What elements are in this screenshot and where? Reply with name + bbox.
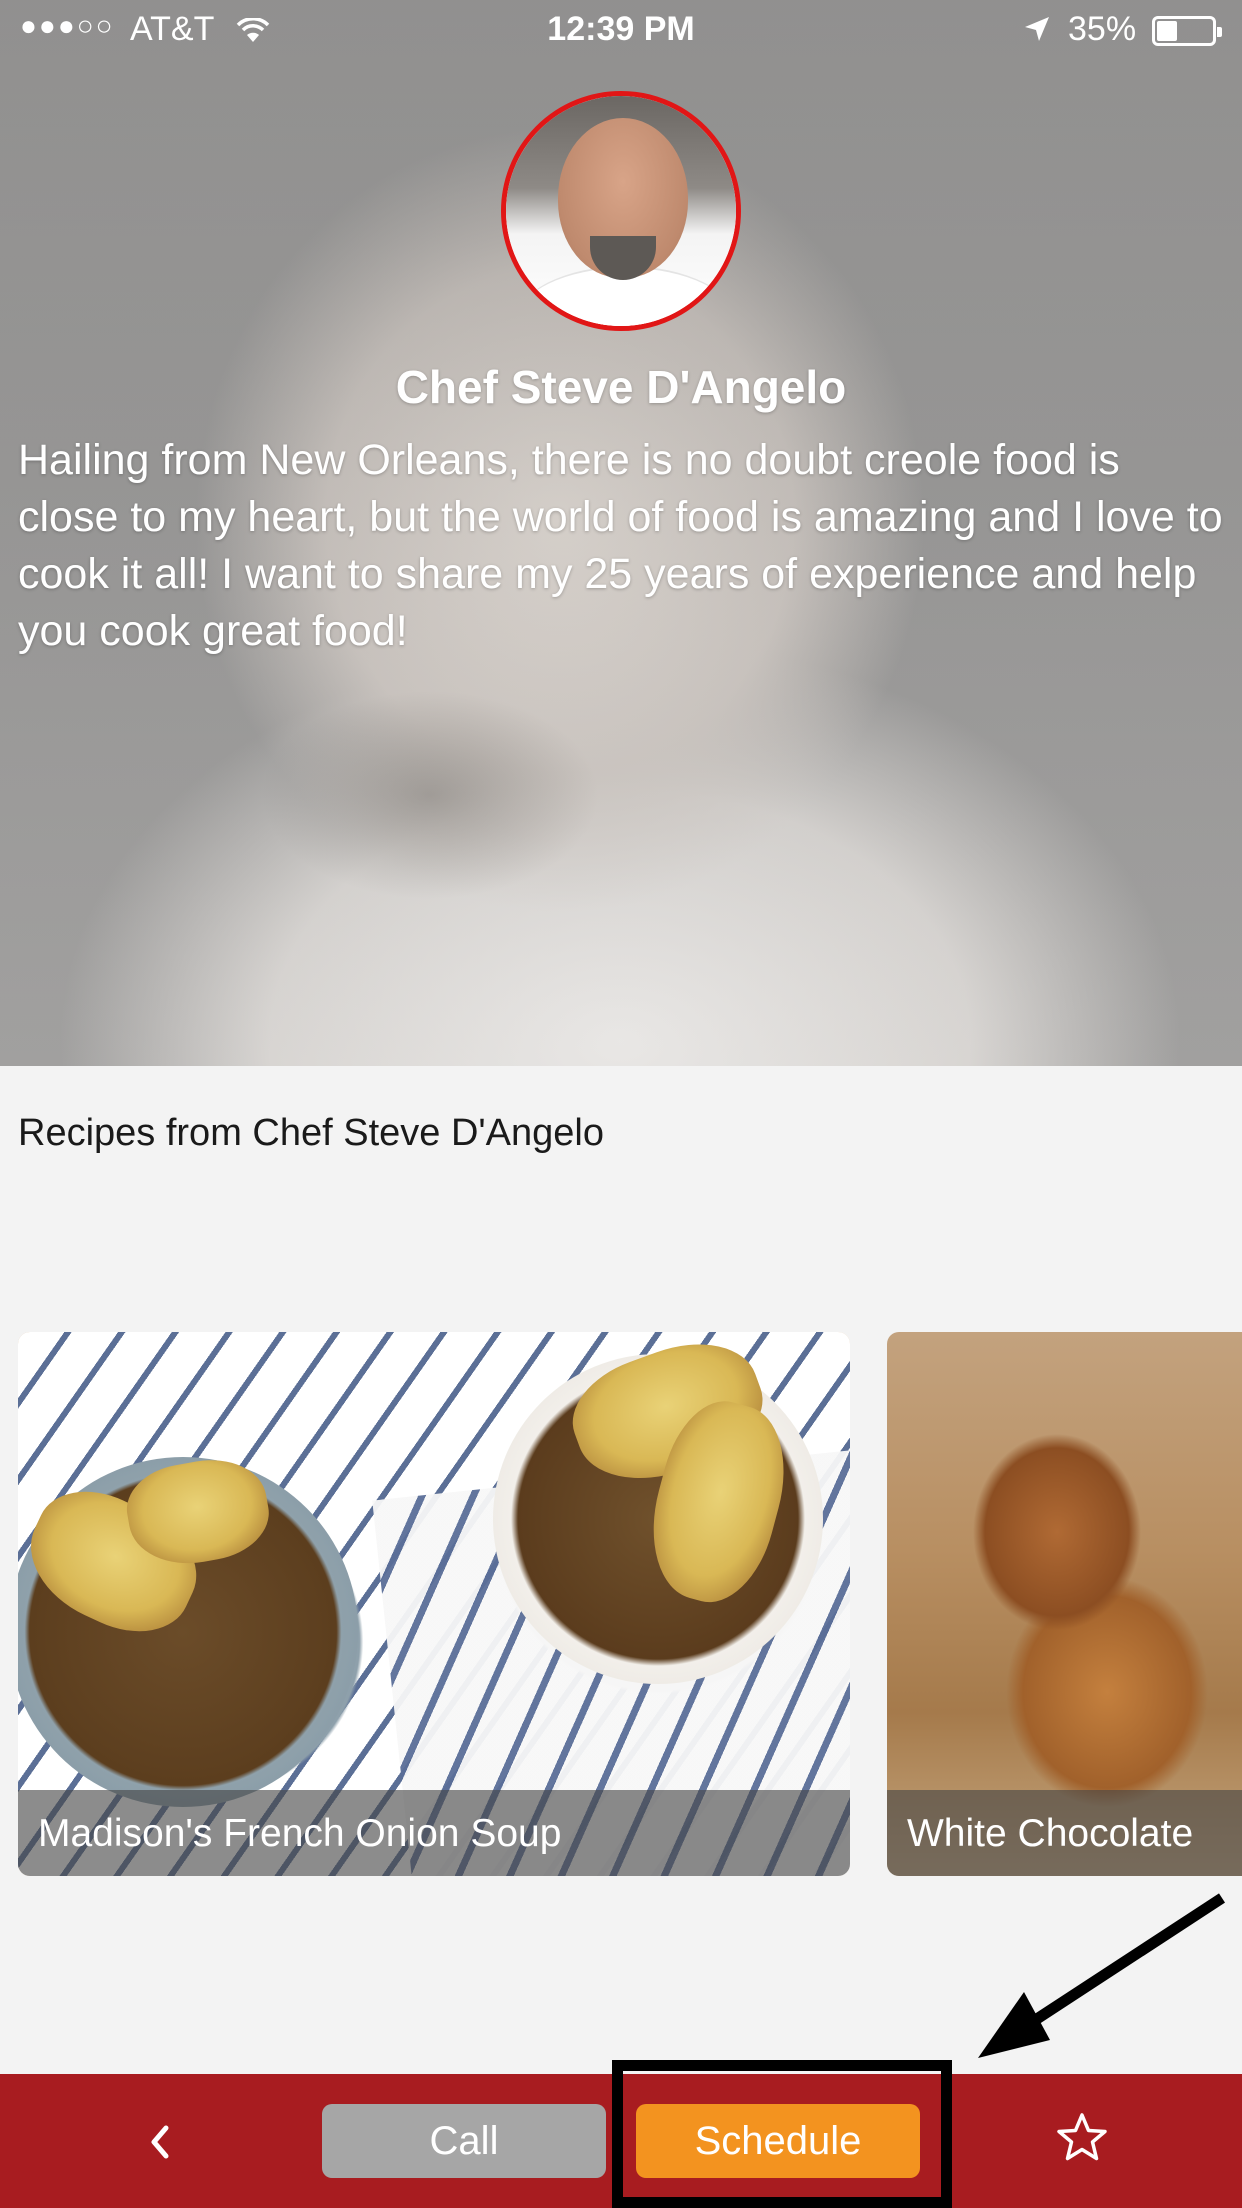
back-button[interactable] (130, 2110, 190, 2174)
chevron-left-icon (151, 2125, 169, 2159)
annotation-highlight-box (612, 2060, 952, 2208)
call-button[interactable]: Call (322, 2104, 606, 2178)
star-icon (1057, 2113, 1107, 2161)
annotation-arrow (978, 1893, 1226, 2058)
favorite-button[interactable] (1054, 2110, 1110, 2166)
